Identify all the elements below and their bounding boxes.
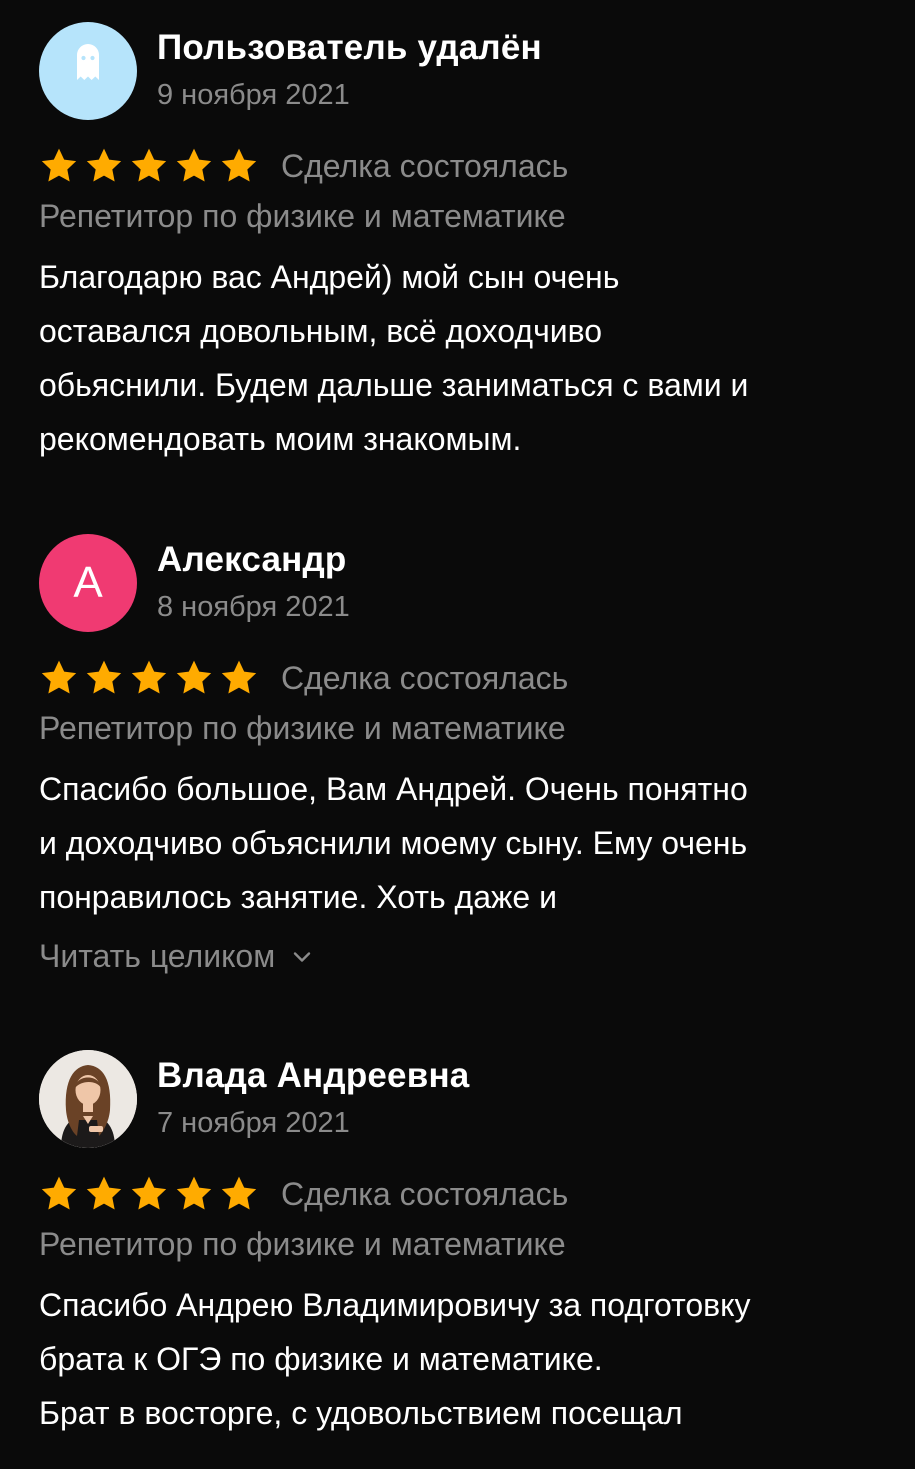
star-rating <box>39 146 259 186</box>
avatar[interactable] <box>39 22 137 120</box>
star-icon <box>174 658 214 698</box>
rating-row: Сделка состоялась <box>39 656 568 700</box>
star-icon <box>219 658 259 698</box>
deal-status: Сделка состоялась <box>281 659 569 696</box>
star-rating <box>39 658 259 698</box>
star-icon <box>39 146 79 186</box>
avatar[interactable]: А <box>39 534 137 632</box>
user-photo <box>39 1050 137 1148</box>
avatar[interactable] <box>39 1050 137 1148</box>
star-icon <box>84 146 124 186</box>
review-text: Спасибо Андрею Владимировичу за подготов… <box>39 1287 751 1431</box>
star-icon <box>174 1174 214 1214</box>
rating-row: Сделка состоялась <box>39 144 568 188</box>
author-name[interactable]: Александр <box>157 540 346 580</box>
star-icon <box>129 658 169 698</box>
star-icon <box>219 1174 259 1214</box>
service-name: Репетитор по физике и математике <box>39 1226 566 1262</box>
star-icon <box>129 146 169 186</box>
rating-row: Сделка состоялась <box>39 1172 568 1216</box>
review-text: Спасибо большое, Вам Андрей. Очень понят… <box>39 771 748 915</box>
star-rating <box>39 1174 259 1214</box>
star-icon <box>39 1174 79 1214</box>
deal-status: Сделка состоялась <box>281 1175 569 1212</box>
star-icon <box>39 658 79 698</box>
read-more-label: Читать целиком <box>39 938 276 974</box>
read-more-link[interactable]: Читать целиком <box>39 938 313 975</box>
review-date: 8 ноября 2021 <box>157 591 350 623</box>
review-date: 7 ноября 2021 <box>157 1107 350 1139</box>
review-date: 9 ноября 2021 <box>157 79 350 111</box>
chevron-down-icon <box>294 951 311 962</box>
reviews-list: Пользователь удалён 9 ноября 2021 Сделка… <box>0 0 915 1469</box>
author-name[interactable]: Влада Андреевна <box>157 1056 469 1096</box>
deal-status: Сделка состоялась <box>281 147 569 184</box>
star-icon <box>174 146 214 186</box>
star-icon <box>129 1174 169 1214</box>
star-icon <box>219 146 259 186</box>
avatar-letter: А <box>73 558 103 607</box>
star-icon <box>84 658 124 698</box>
star-icon <box>84 1174 124 1214</box>
ghost-icon <box>77 44 99 80</box>
author-name[interactable]: Пользователь удалён <box>157 28 542 68</box>
service-name: Репетитор по физике и математике <box>39 710 566 746</box>
review-text: Благодарю вас Андрей) мой сын очень оста… <box>39 259 749 457</box>
service-name: Репетитор по физике и математике <box>39 198 566 234</box>
